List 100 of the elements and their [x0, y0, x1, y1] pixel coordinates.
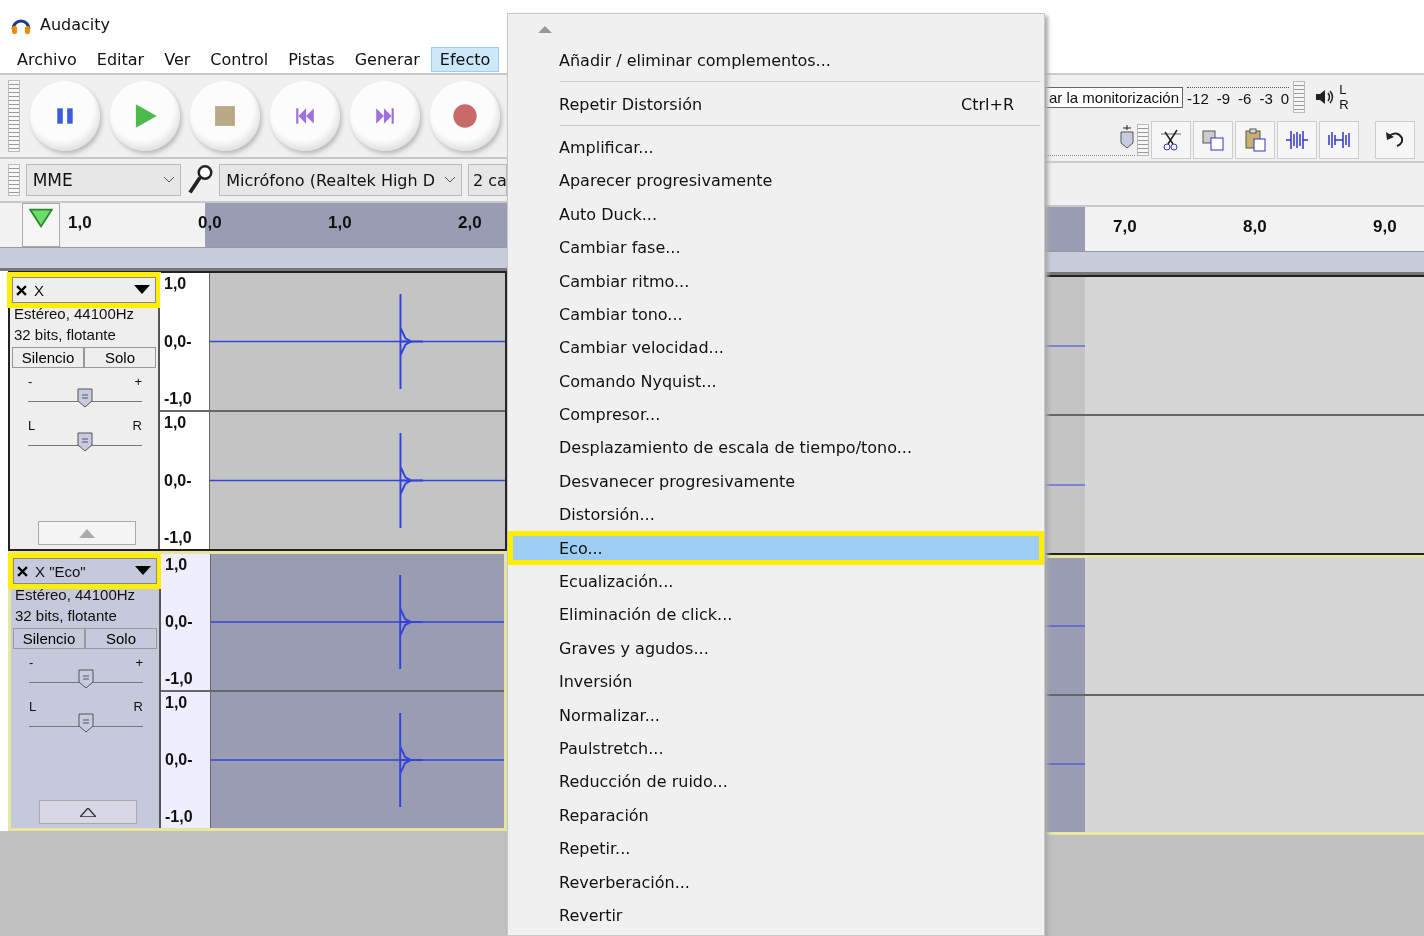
menu-item[interactable]: Comando Nyquist...	[508, 364, 1044, 398]
slider-thumb[interactable]	[78, 669, 94, 689]
stop-button[interactable]	[190, 81, 260, 151]
ruler-label: 1,0	[68, 213, 93, 234]
triangle-up-icon	[80, 807, 96, 817]
channel-label: R	[1339, 97, 1349, 112]
close-icon[interactable]	[17, 565, 28, 577]
menu-item[interactable]: Generar	[345, 46, 429, 72]
menu-item[interactable]: Cambiar ritmo...	[508, 264, 1044, 298]
toolbar-grip[interactable]	[1293, 81, 1306, 113]
host-dropdown[interactable]: MME	[25, 164, 182, 196]
menu-item[interactable]: Cambiar velocidad...	[508, 331, 1044, 365]
solo-button[interactable]: Solo	[85, 628, 157, 649]
window-title: Audacity	[40, 15, 111, 34]
copy-icon	[1201, 128, 1225, 152]
skip-to-end-icon	[374, 105, 396, 127]
undo-button[interactable]	[1375, 121, 1415, 159]
toolbar-grip[interactable]	[1137, 124, 1149, 156]
menu-item[interactable]: Cambiar fase...	[508, 230, 1044, 265]
toolbar-grip[interactable]	[8, 164, 20, 196]
menu-item[interactable]: Auto Duck...	[508, 197, 1044, 231]
pause-button[interactable]	[30, 81, 100, 151]
menu-item[interactable]: Paulstretch...	[508, 731, 1044, 766]
skip-to-end-button[interactable]	[350, 81, 420, 151]
menu-item[interactable]: Inversión	[508, 665, 1044, 699]
slider-thumb[interactable]	[1119, 124, 1135, 149]
cut-button[interactable]	[1151, 121, 1191, 159]
menu-item[interactable]: Eco...	[508, 531, 1044, 565]
menu-item[interactable]: Ecualización...	[508, 564, 1044, 599]
menu-item[interactable]: Repetir Distorsión Ctrl+R	[508, 87, 1044, 121]
ruler-label: 8,0	[1243, 217, 1268, 238]
paste-button[interactable]	[1235, 121, 1275, 159]
menu-item[interactable]: Reparación	[508, 798, 1044, 832]
menu-item[interactable]: Desplazamiento de escala de tiempo/tono...	[508, 431, 1044, 465]
scissors-icon	[1159, 128, 1183, 152]
toolbar-grip[interactable]	[8, 80, 20, 152]
track-format: Estéreo, 44100Hz	[14, 585, 137, 605]
slider-label: L	[28, 418, 36, 432]
menu-item[interactable]: Normalizar...	[508, 698, 1044, 732]
slider-thumb[interactable]	[77, 388, 93, 408]
menu-item[interactable]: Editar	[87, 46, 154, 72]
scale-label: -1,0	[165, 670, 194, 688]
slider-thumb[interactable]	[77, 432, 93, 452]
close-icon[interactable]	[16, 284, 27, 296]
menu-item[interactable]: Aparecer progresivamente	[508, 164, 1044, 198]
input-device-dropdown[interactable]: Micrófono (Realtek High D	[219, 164, 462, 196]
slider-label: -	[29, 655, 34, 669]
level-meter[interactable]: -12 -9 -6 -3 0	[1187, 87, 1290, 107]
menu-item[interactable]: Cambiar tono...	[508, 297, 1044, 332]
tooltip: ar la monitorización	[1045, 86, 1184, 108]
menu-item[interactable]: Desvanecer progresivamente	[508, 464, 1044, 499]
track-sample-format: 32 bits, flotante	[13, 325, 117, 345]
scale-label: 1,0	[164, 414, 188, 432]
menu-item[interactable]: Control	[201, 46, 278, 72]
channels-dropdown[interactable]: 2 ca	[467, 164, 507, 196]
scroll-up-icon[interactable]	[538, 25, 552, 33]
slider-label: L	[29, 699, 37, 713]
chevron-down-icon	[444, 177, 455, 183]
menu-item[interactable]: Revertir	[508, 898, 1044, 933]
triangle-up-icon	[79, 528, 95, 538]
menu-item[interactable]: Reducción de ruido...	[508, 765, 1044, 799]
waveform	[1045, 344, 1085, 347]
collapse-button[interactable]	[38, 521, 136, 545]
slider-thumb[interactable]	[78, 713, 94, 733]
menu-item[interactable]: Compresor...	[508, 397, 1044, 432]
menu-item[interactable]: Amplificar...	[508, 130, 1044, 165]
track-format: Estéreo, 44100Hz	[13, 304, 136, 324]
record-button[interactable]	[430, 81, 500, 151]
ruler-label: 9,0	[1373, 217, 1398, 238]
mute-button[interactable]: Silencio	[12, 347, 84, 368]
mute-button[interactable]: Silencio	[13, 628, 85, 649]
solo-button[interactable]: Solo	[84, 347, 156, 368]
play-button[interactable]	[110, 81, 180, 151]
menu-item[interactable]: Distorsión...	[508, 498, 1044, 532]
microphone-icon	[187, 165, 214, 195]
track-sample-format: 32 bits, flotante	[14, 606, 118, 626]
menu-item[interactable]: Graves y agudos...	[508, 631, 1044, 666]
skip-to-start-button[interactable]	[270, 81, 340, 151]
speaker-icon	[1315, 89, 1336, 105]
menu-item[interactable]: Ver	[155, 46, 200, 72]
menu-item[interactable]: Pistas	[279, 46, 344, 72]
trim-audio-button[interactable]	[1277, 121, 1317, 159]
menu-item[interactable]: Efecto	[430, 46, 500, 72]
slider-track[interactable]	[1045, 124, 1135, 156]
skip-to-start-icon	[294, 105, 316, 127]
scale-label: -1,0	[164, 390, 193, 408]
scale-label: 1,0	[165, 694, 189, 712]
menu-item[interactable]: Añadir / eliminar complementos...	[508, 44, 1044, 78]
silence-audio-button[interactable]	[1319, 121, 1359, 159]
menu-item[interactable]: Reverberación...	[508, 865, 1044, 899]
play-head-button[interactable]	[22, 203, 60, 247]
waveform-icon	[1285, 128, 1309, 152]
menu-item[interactable]: Repetir...	[508, 832, 1044, 866]
pause-icon	[54, 105, 76, 127]
stop-icon	[214, 105, 236, 127]
menu-item[interactable]: Eliminación de click...	[508, 598, 1044, 632]
collapse-button[interactable]	[39, 800, 137, 824]
menu-item[interactable]: Archivo	[8, 46, 86, 72]
channel-label: L	[1339, 82, 1348, 97]
ruler-label: 1,0	[328, 213, 353, 234]
